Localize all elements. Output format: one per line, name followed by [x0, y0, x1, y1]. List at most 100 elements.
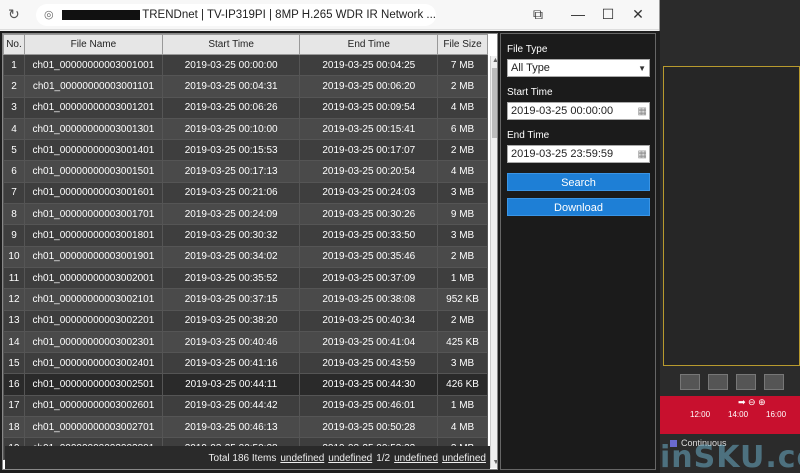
address-text: TRENDnet | TV-IP319PI | 8MP H.265 WDR IR… [142, 8, 436, 21]
end-time-cell: 2019-03-25 00:38:08 [299, 288, 439, 311]
file-name-cell: ch01_00000000003002301 [23, 330, 163, 354]
end-time-cell: 2019-03-25 00:41:04 [299, 330, 439, 354]
row-number: 4 [3, 117, 25, 141]
search-button[interactable]: Search [507, 173, 650, 191]
file-name-cell: ch01_00000000003002401 [23, 352, 163, 375]
search-panel: File Type All Type ▼ Start Time 2019-03-… [500, 33, 656, 470]
table-row[interactable]: 13 ch01_00000000003002201 2019-03-25 00:38… [3, 309, 488, 332]
scroll-up-icon[interactable]: ▲ [491, 56, 497, 66]
col-header-end-time[interactable]: End Time [299, 34, 439, 55]
row-number: 5 [3, 139, 25, 162]
col-header-no[interactable]: No. [3, 34, 25, 55]
maximize-icon[interactable]: ☐ [598, 6, 618, 23]
scroll-thumb[interactable] [492, 68, 497, 138]
file-size-cell: 425 KB [437, 330, 488, 354]
file-name-cell: ch01_00000000003002601 [23, 394, 163, 418]
table-row[interactable]: 10 ch01_00000000003001901 2019-03-25 00:34… [3, 245, 488, 268]
start-time-cell: 2019-03-25 00:06:26 [161, 96, 301, 119]
row-number: 12 [3, 288, 25, 311]
file-type-label: File Type [507, 44, 548, 55]
download-icon[interactable] [736, 374, 756, 390]
start-time-cell: 2019-03-25 00:30:32 [161, 224, 301, 247]
file-name-cell: ch01_00000000003001401 [23, 139, 163, 162]
table-row[interactable]: 8 ch01_00000000003001701 2019-03-25 00:24:… [3, 203, 488, 226]
scroll-down-icon[interactable]: ▼ [491, 458, 497, 468]
file-size-cell: 1 MB [437, 266, 488, 290]
picture-in-picture-icon[interactable]: ⧉ [528, 6, 548, 23]
row-number: 18 [3, 416, 25, 439]
table-header-row: No. File Name Start Time End Time File S… [3, 34, 488, 55]
end-time-cell: 2019-03-25 00:40:34 [299, 309, 439, 332]
prev-page-link[interactable]: undefined [328, 453, 372, 464]
next-page-link[interactable]: undefined [394, 453, 438, 464]
table-row[interactable]: 9 ch01_00000000003001801 2019-03-25 00:30:… [3, 224, 488, 247]
clip-icon[interactable] [708, 374, 728, 390]
file-name-cell: ch01_00000000003001501 [23, 160, 163, 183]
table-row[interactable]: 2 ch01_00000000003001101 2019-03-25 00:04:… [3, 75, 488, 98]
table-row[interactable]: 11 ch01_00000000003002001 2019-03-25 00:35… [3, 266, 488, 290]
table-row[interactable]: 17 ch01_00000000003002601 2019-03-25 00:44… [3, 394, 488, 418]
end-time-cell: 2019-03-25 00:33:50 [299, 224, 439, 247]
download-button[interactable]: Download [507, 198, 650, 216]
page-indicator: 1/2 [376, 453, 391, 464]
file-size-cell: 3 MB [437, 224, 488, 247]
close-icon[interactable]: ✕ [628, 6, 648, 23]
table-row[interactable]: 5 ch01_00000000003001401 2019-03-25 00:15:… [3, 139, 488, 162]
timeline-zoom-controls[interactable]: ➡ ⊖ ⊕ [738, 397, 766, 408]
playback-icon[interactable] [764, 374, 784, 390]
address-bar[interactable]: ◎ TRENDnet | TV-IP319PI | 8MP H.265 WDR … [36, 3, 436, 26]
reload-icon[interactable]: ↻ [8, 6, 30, 23]
first-page-link[interactable]: undefined [280, 453, 324, 464]
file-name-cell: ch01_00000000003001901 [23, 245, 163, 268]
row-number: 13 [3, 309, 25, 332]
file-name-cell: ch01_00000000003002001 [23, 266, 163, 290]
file-name-cell: ch01_00000000003001201 [23, 96, 163, 119]
end-time-input[interactable]: 2019-03-25 23:59:59 ▦ [507, 145, 650, 163]
table-row[interactable]: 6 ch01_00000000003001501 2019-03-25 00:17:… [3, 160, 488, 183]
file-name-cell: ch01_00000000003002701 [23, 416, 163, 439]
table-row[interactable]: 18 ch01_00000000003002701 2019-03-25 00:46… [3, 416, 488, 439]
calendar-icon[interactable]: ▦ [638, 149, 649, 160]
col-header-file-name[interactable]: File Name [23, 34, 163, 55]
globe-icon: ◎ [44, 9, 54, 21]
minimize-icon[interactable]: — [568, 6, 588, 22]
table-row[interactable]: 4 ch01_00000000003001301 2019-03-25 00:10:… [3, 117, 488, 141]
end-time-cell: 2019-03-25 00:06:20 [299, 75, 439, 98]
col-header-file-size[interactable]: File Size [437, 34, 488, 55]
table-row[interactable]: 7 ch01_00000000003001601 2019-03-25 00:21:… [3, 181, 488, 205]
file-type-select[interactable]: All Type ▼ [507, 59, 650, 77]
watermark-logo: inSKU.com [660, 440, 800, 473]
calendar-icon[interactable]: ▦ [638, 106, 649, 117]
row-number: 8 [3, 203, 25, 226]
table-scrollbar[interactable]: ▲ ▼ [490, 56, 497, 468]
timeline-label: 16:00 [766, 410, 787, 419]
last-page-link[interactable]: undefined [442, 453, 486, 464]
start-time-label: Start Time [507, 87, 553, 98]
table-row[interactable]: 15 ch01_00000000003002401 2019-03-25 00:41… [3, 352, 488, 375]
file-size-cell: 3 MB [437, 352, 488, 375]
start-time-input[interactable]: 2019-03-25 00:00:00 ▦ [507, 102, 650, 120]
end-time-cell: 2019-03-25 00:04:25 [299, 53, 439, 77]
table-row[interactable]: 16 ch01_00000000003002501 2019-03-25 00:44… [3, 373, 488, 396]
end-time-cell: 2019-03-25 00:30:26 [299, 203, 439, 226]
row-number: 9 [3, 224, 25, 247]
file-name-cell: ch01_00000000003001601 [23, 181, 163, 205]
file-name-cell: ch01_00000000003002201 [23, 309, 163, 332]
end-time-cell: 2019-03-25 00:46:01 [299, 394, 439, 418]
row-number: 17 [3, 394, 25, 418]
table-row[interactable]: 14 ch01_00000000003002301 2019-03-25 00:40… [3, 330, 488, 354]
col-header-start-time[interactable]: Start Time [161, 34, 301, 55]
row-number: 14 [3, 330, 25, 354]
file-size-cell: 426 KB [437, 373, 488, 396]
start-time-cell: 2019-03-25 00:41:16 [161, 352, 301, 375]
start-time-cell: 2019-03-25 00:44:11 [161, 373, 301, 396]
row-number: 2 [3, 75, 25, 98]
table-row[interactable]: 12 ch01_00000000003002101 2019-03-25 00:37… [3, 288, 488, 311]
end-time-cell: 2019-03-25 00:09:54 [299, 96, 439, 119]
file-size-cell: 1 MB [437, 394, 488, 418]
table-row[interactable]: 3 ch01_00000000003001201 2019-03-25 00:06:… [3, 96, 488, 119]
table-row[interactable]: 1 ch01_00000000003001001 2019-03-25 00:00:… [3, 53, 488, 77]
file-size-cell: 2 MB [437, 139, 488, 162]
snapshot-icon[interactable] [680, 374, 700, 390]
title-bar: ↻ ◎ TRENDnet | TV-IP319PI | 8MP H.265 WD… [0, 0, 659, 30]
